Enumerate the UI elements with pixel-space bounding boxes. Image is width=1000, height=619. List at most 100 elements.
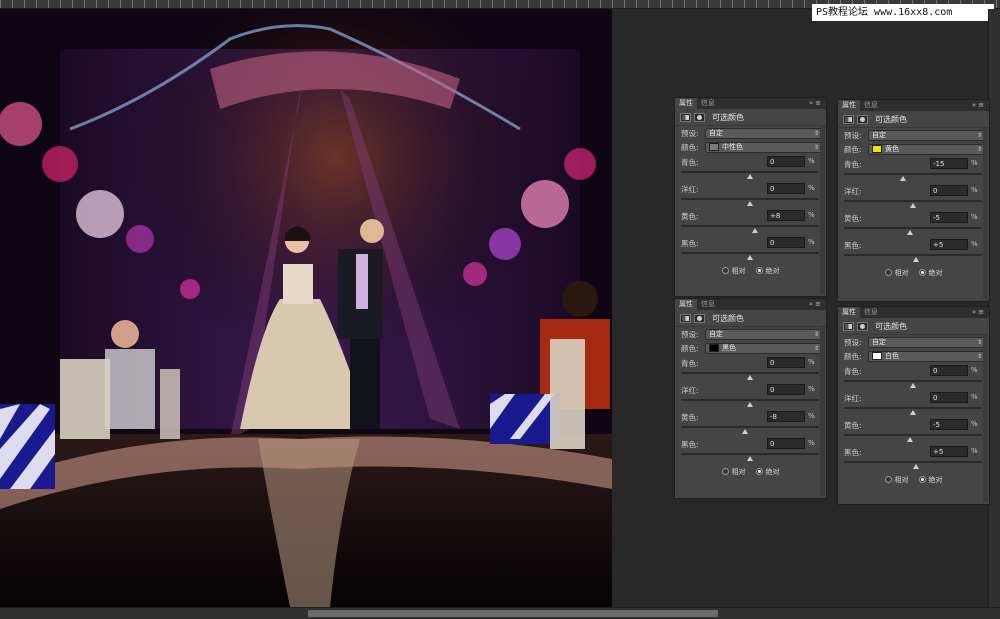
- tab-properties[interactable]: 属性: [675, 98, 697, 109]
- relative-radio[interactable]: 相对: [721, 467, 746, 477]
- slider-value-input[interactable]: 0: [767, 156, 805, 167]
- slider-handle[interactable]: [913, 464, 919, 469]
- slider-value-input[interactable]: +5: [930, 446, 968, 457]
- panel-menu-icon[interactable]: »≡: [809, 98, 823, 109]
- slider-track[interactable]: [681, 171, 819, 173]
- slider-track[interactable]: [844, 254, 982, 256]
- color-dropdown[interactable]: 白色 ⇕: [868, 350, 986, 362]
- slider-track[interactable]: [844, 173, 982, 175]
- color-swatch: [709, 143, 719, 151]
- slider-track[interactable]: [844, 461, 982, 463]
- slider-handle[interactable]: [752, 228, 758, 233]
- slider-handle[interactable]: [907, 230, 913, 235]
- slider-track[interactable]: [681, 225, 819, 227]
- slider-value-input[interactable]: 0: [767, 237, 805, 248]
- radio-circle[interactable]: [884, 476, 892, 483]
- tab-info[interactable]: 信息: [860, 307, 882, 318]
- color-dropdown[interactable]: 中性色 ⇕: [705, 141, 823, 153]
- panel-menu-icon[interactable]: »≡: [972, 307, 986, 318]
- horizontal-scrollbar[interactable]: [0, 607, 1000, 619]
- layer-mask-icon[interactable]: [857, 321, 868, 331]
- layer-mask-icon[interactable]: [694, 112, 705, 122]
- panel-menu-icon[interactable]: »≡: [972, 100, 986, 111]
- slider-track[interactable]: [844, 380, 982, 382]
- tab-properties[interactable]: 属性: [838, 307, 860, 318]
- slider-handle[interactable]: [747, 402, 753, 407]
- slider-value-input[interactable]: 0: [767, 183, 805, 194]
- layer-mask-icon[interactable]: [694, 313, 705, 323]
- radio-circle[interactable]: [755, 267, 763, 274]
- scroll-thumb[interactable]: [308, 610, 718, 617]
- tab-info[interactable]: 信息: [697, 98, 719, 109]
- slider-value-input[interactable]: -5: [930, 419, 968, 430]
- preset-dropdown[interactable]: 自定 ⇕: [705, 127, 823, 139]
- preset-dropdown[interactable]: 自定 ⇕: [868, 129, 986, 141]
- relative-radio[interactable]: 相对: [884, 268, 909, 278]
- slider-track[interactable]: [681, 252, 819, 254]
- radio-circle[interactable]: [918, 476, 926, 483]
- slider-handle[interactable]: [742, 429, 748, 434]
- layer-mask-icon[interactable]: [857, 114, 868, 124]
- preset-dropdown[interactable]: 自定 ⇕: [868, 336, 986, 348]
- absolute-radio[interactable]: 绝对: [755, 266, 780, 276]
- slider-track[interactable]: [681, 399, 819, 401]
- slider-track[interactable]: [681, 453, 819, 455]
- slider-track[interactable]: [681, 372, 819, 374]
- slider-value-input[interactable]: -15: [930, 158, 968, 169]
- tab-properties[interactable]: 属性: [675, 299, 697, 310]
- radio-circle[interactable]: [918, 269, 926, 276]
- slider-value-input[interactable]: -5: [930, 212, 968, 223]
- slider-value-input[interactable]: +5: [930, 239, 968, 250]
- slider-value-input[interactable]: 0: [930, 185, 968, 196]
- panel-scrollbar[interactable]: [820, 126, 825, 294]
- tab-info[interactable]: 信息: [860, 100, 882, 111]
- slider-value-input[interactable]: 0: [767, 357, 805, 368]
- color-dropdown[interactable]: 黑色 ⇕: [705, 342, 823, 354]
- absolute-radio[interactable]: 绝对: [918, 475, 943, 485]
- slider-handle[interactable]: [913, 257, 919, 262]
- slider-value-input[interactable]: 0: [767, 438, 805, 449]
- slider-handle[interactable]: [910, 383, 916, 388]
- preset-dropdown[interactable]: 自定 ⇕: [705, 328, 823, 340]
- relative-radio[interactable]: 相对: [884, 475, 909, 485]
- radio-circle[interactable]: [755, 468, 763, 475]
- panel-scrollbar[interactable]: [983, 335, 988, 502]
- slider-value-input[interactable]: +8: [767, 210, 805, 221]
- slider-track[interactable]: [681, 198, 819, 200]
- slider-label: 黄色:: [844, 214, 862, 223]
- slider-track[interactable]: [844, 407, 982, 409]
- slider-track[interactable]: [844, 434, 982, 436]
- slider-handle[interactable]: [747, 201, 753, 206]
- radio-circle[interactable]: [721, 267, 729, 274]
- slider-track[interactable]: [844, 200, 982, 202]
- absolute-radio[interactable]: 绝对: [918, 268, 943, 278]
- radio-circle[interactable]: [884, 269, 892, 276]
- slider-handle[interactable]: [747, 255, 753, 260]
- slider-handle[interactable]: [747, 174, 753, 179]
- color-dropdown[interactable]: 黄色 ⇕: [868, 143, 986, 155]
- slider-value-input[interactable]: 0: [767, 384, 805, 395]
- slider-handle[interactable]: [747, 375, 753, 380]
- document-canvas[interactable]: [0, 9, 612, 607]
- method-radio-group: 相对 绝对: [838, 471, 989, 488]
- slider-handle[interactable]: [900, 176, 906, 181]
- slider-value-input[interactable]: 0: [930, 365, 968, 376]
- radio-circle[interactable]: [721, 468, 729, 475]
- slider-track[interactable]: [844, 227, 982, 229]
- slider-value-input[interactable]: -8: [767, 411, 805, 422]
- slider-handle[interactable]: [910, 410, 916, 415]
- relative-radio[interactable]: 相对: [721, 266, 746, 276]
- slider-handle[interactable]: [747, 456, 753, 461]
- slider-value-input[interactable]: 0: [930, 392, 968, 403]
- panel-menu-icon[interactable]: »≡: [809, 299, 823, 310]
- absolute-radio[interactable]: 绝对: [755, 467, 780, 477]
- slider-handle[interactable]: [907, 437, 913, 442]
- panel-scrollbar[interactable]: [983, 128, 988, 299]
- watermark: PS教程论坛 www.16xx8.com: [812, 4, 994, 21]
- slider-handle[interactable]: [910, 203, 916, 208]
- panel-scrollbar[interactable]: [820, 327, 825, 496]
- preset-label: 预设:: [844, 337, 862, 347]
- tab-info[interactable]: 信息: [697, 299, 719, 310]
- slider-track[interactable]: [681, 426, 819, 428]
- tab-properties[interactable]: 属性: [838, 100, 860, 111]
